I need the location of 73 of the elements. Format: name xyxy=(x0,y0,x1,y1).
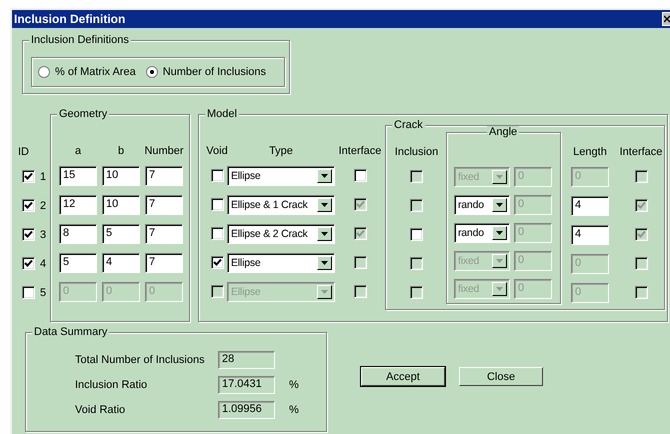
unit-label: % xyxy=(289,378,299,390)
dropdown[interactable]: Ellipse xyxy=(227,166,335,186)
checkbox[interactable] xyxy=(210,256,224,269)
group-title: Data Summary xyxy=(32,326,110,339)
radio-option[interactable]: Number of Inclusions xyxy=(146,66,266,78)
row-checkbox[interactable] xyxy=(22,257,35,270)
close-button[interactable] xyxy=(662,12,670,26)
row-id: 1 xyxy=(40,170,46,182)
column-header: Inclusion xyxy=(394,145,440,160)
dropdown-arrow-icon xyxy=(321,232,328,236)
readout-field: 28 xyxy=(218,350,275,368)
input-field[interactable]: 4 xyxy=(571,224,609,244)
row-checkbox[interactable] xyxy=(22,286,35,299)
checkbox[interactable] xyxy=(410,228,423,241)
input-field[interactable]: 4 xyxy=(102,252,140,272)
row-checkbox[interactable] xyxy=(22,170,35,183)
checkbox[interactable] xyxy=(210,169,224,182)
input-field[interactable]: 7 xyxy=(145,166,183,186)
input-field[interactable]: 5 xyxy=(102,224,140,244)
readout-field: 17.0431 xyxy=(218,376,275,394)
column-header: Number xyxy=(145,144,183,159)
row-id: 2 xyxy=(40,200,46,212)
dropdown[interactable]: Ellipse & 2 Crack xyxy=(227,224,335,244)
dropdown-arrow-icon xyxy=(496,231,503,235)
input-field[interactable]: 4 xyxy=(571,196,609,216)
dropdown[interactable]: Ellipse xyxy=(227,252,335,272)
input-field[interactable]: 7 xyxy=(145,252,183,272)
input-field[interactable]: 7 xyxy=(145,224,183,244)
input-field[interactable]: 7 xyxy=(145,194,183,214)
input-field[interactable]: 8 xyxy=(59,224,97,244)
column-header: Interface xyxy=(338,144,382,159)
dropdown-arrow-icon xyxy=(496,287,503,291)
dropdown-arrow-icon xyxy=(321,290,328,294)
readout-field: 1.09956 xyxy=(218,400,275,418)
checkbox[interactable] xyxy=(354,169,366,182)
row-checkbox[interactable] xyxy=(22,228,35,241)
dropdown-arrow-icon xyxy=(321,174,328,178)
row-id: 5 xyxy=(40,286,46,298)
dropdown-arrow-icon xyxy=(321,260,328,264)
group-title: Angle xyxy=(487,126,520,139)
input-field[interactable]: 15 xyxy=(59,166,97,186)
checkbox[interactable] xyxy=(210,227,224,240)
dialog-button[interactable]: Close xyxy=(459,367,543,386)
row-id: 4 xyxy=(40,258,46,270)
dropdown[interactable]: Ellipse & 1 Crack xyxy=(227,194,335,214)
radio-option[interactable]: % of Matrix Area xyxy=(38,66,136,78)
window-title: Inclusion Definition xyxy=(14,12,126,26)
input-field[interactable]: 5 xyxy=(59,252,97,272)
summary-label: Inclusion Ratio xyxy=(74,378,148,390)
column-header: ID xyxy=(18,145,30,160)
dropdown[interactable]: rando xyxy=(454,223,510,243)
row-checkbox[interactable] xyxy=(22,199,35,212)
input-field[interactable]: 10 xyxy=(102,166,140,186)
dropdown-arrow-icon xyxy=(321,202,328,206)
dropdown[interactable]: rando xyxy=(454,195,510,215)
column-header: a xyxy=(74,144,82,159)
row-id: 3 xyxy=(40,228,46,240)
dropdown-arrow-icon xyxy=(496,175,503,179)
unit-label: % xyxy=(289,404,299,416)
checkbox[interactable] xyxy=(210,198,224,211)
dropdown-arrow-icon xyxy=(496,203,503,207)
input-field[interactable]: 10 xyxy=(102,194,140,214)
summary-label: Total Number of Inclusions xyxy=(74,354,206,366)
column-header: Type xyxy=(268,144,294,159)
dialog-button[interactable]: Accept xyxy=(361,367,445,386)
column-header: Void xyxy=(207,144,227,159)
column-header: Interface xyxy=(619,145,663,160)
dropdown-arrow-icon xyxy=(496,259,503,263)
input-field[interactable]: 12 xyxy=(59,194,97,214)
group-title: Geometry xyxy=(57,108,110,121)
summary-label: Void Ratio xyxy=(74,404,126,416)
column-header: Length xyxy=(572,145,608,160)
column-header: b xyxy=(116,144,126,159)
